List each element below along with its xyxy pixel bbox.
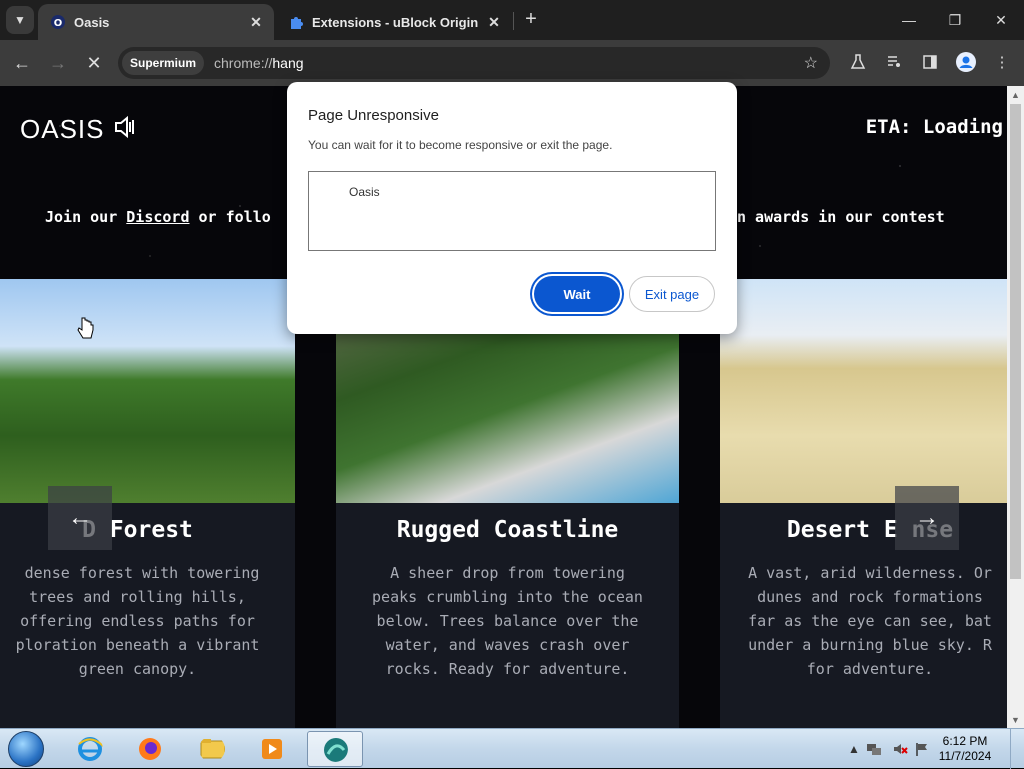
restore-button[interactable]: ❐ (932, 0, 978, 40)
media-controls-icon[interactable] (882, 50, 906, 74)
world-image (0, 279, 295, 503)
card-title: Desert E nse (786, 517, 954, 543)
tab-strip: ▼ O Oasis ✕ Extensions - uBlock Origin ✕… (0, 0, 1024, 40)
unresponsive-pages-list[interactable]: Oasis (308, 171, 716, 251)
scroll-up-icon[interactable]: ▲ (1007, 86, 1024, 103)
close-icon: ✕ (995, 11, 1007, 28)
promo-text: or follo (189, 208, 271, 226)
chevron-down-icon: ▼ (14, 13, 26, 27)
oasis-favicon-icon: O (50, 14, 66, 30)
firefox-icon (139, 738, 161, 760)
carousel-prev-button[interactable]: ← (48, 486, 112, 550)
internet-explorer-icon (78, 737, 103, 761)
promo-text-left: Join our Discord or follo (45, 208, 271, 226)
clock-time: 6:12 PM (942, 734, 988, 748)
browser-toolbar: ← → ✕ Supermium chrome://hang ☆ ⋮ (0, 40, 1024, 86)
tab-extensions[interactable]: Extensions - uBlock Origin ✕ (276, 4, 512, 40)
stop-button[interactable]: ✕ (80, 49, 108, 77)
minimize-icon: — (902, 12, 916, 28)
page-unresponsive-dialog: Page Unresponsive You can wait for it to… (287, 82, 737, 334)
media-player-icon (262, 739, 282, 759)
url-host: hang (272, 55, 304, 71)
folder-icon (200, 739, 225, 759)
restore-icon: ❐ (948, 11, 962, 28)
world-card[interactable]: Desert E nse A vast, arid wilderness. Or… (720, 279, 1007, 728)
start-button[interactable] (4, 730, 48, 768)
scroll-thumb[interactable] (1010, 104, 1021, 579)
bookmark-star-icon[interactable]: ☆ (804, 53, 818, 73)
card-title: D Forest (82, 517, 193, 543)
card-description: A sheer drop from towering peaks crumbli… (372, 564, 643, 678)
tab-title: Extensions - uBlock Origin (312, 14, 479, 30)
promo-text: Join our (45, 208, 127, 226)
tab-oasis[interactable]: O Oasis ✕ (38, 4, 274, 40)
svg-text:O: O (54, 18, 63, 29)
close-icon: ✕ (86, 52, 102, 73)
card-description: A vast, arid wilderness. Or dunes and ro… (748, 564, 992, 678)
forward-button[interactable]: → (44, 49, 72, 77)
card-title: Rugged Coastline (396, 517, 619, 543)
list-item[interactable]: Oasis (349, 185, 380, 199)
show-hidden-icons-icon[interactable]: ▲ (846, 741, 862, 757)
back-button[interactable]: ← (8, 49, 36, 77)
dialog-message: You can wait for it to become responsive… (308, 138, 613, 152)
dialog-title: Page Unresponsive (308, 107, 439, 124)
speaker-icon[interactable] (110, 112, 140, 142)
taskbar-firefox[interactable] (122, 731, 178, 767)
volume-muted-icon[interactable] (892, 741, 908, 757)
wait-button[interactable]: Wait (534, 276, 620, 312)
arrow-right-icon: → (915, 504, 939, 531)
system-clock[interactable]: 6:12 PM 11/7/2024 (930, 734, 1000, 764)
world-card[interactable]: Rugged Coastline A sheer drop from tower… (336, 279, 679, 728)
card-description: dense forest with towering trees and rol… (15, 564, 260, 678)
scroll-down-icon[interactable]: ▼ (1007, 711, 1024, 728)
minimize-button[interactable]: — (886, 0, 932, 40)
clock-date: 11/7/2024 (938, 749, 992, 763)
close-tab-icon[interactable]: ✕ (482, 14, 506, 31)
taskbar-media-player[interactable] (244, 731, 300, 767)
labs-flask-icon[interactable] (846, 50, 870, 74)
show-desktop-button[interactable] (1010, 729, 1024, 769)
hand-cursor-icon (76, 316, 94, 342)
supermium-icon (324, 738, 348, 762)
tab-search-button[interactable]: ▼ (6, 6, 34, 34)
url-text[interactable]: chrome://hang (214, 55, 304, 71)
kebab-menu-icon[interactable]: ⋮ (990, 50, 1014, 74)
arrow-left-icon: ← (13, 52, 31, 73)
taskbar-file-explorer[interactable] (184, 731, 240, 767)
browser-chip[interactable]: Supermium (122, 51, 205, 75)
taskbar-supermium[interactable] (307, 731, 363, 767)
arrow-left-icon: ← (68, 504, 92, 531)
close-window-button[interactable]: ✕ (978, 0, 1024, 40)
puzzle-piece-icon (288, 14, 304, 30)
address-bar[interactable]: Supermium chrome://hang ☆ (118, 47, 830, 79)
side-panel-icon[interactable] (918, 50, 942, 74)
promo-text-right: n awards in our contest (737, 208, 945, 226)
exit-page-button[interactable]: Exit page (629, 276, 715, 312)
world-image (720, 279, 1007, 503)
site-logo[interactable]: OASIS (20, 114, 104, 145)
close-tab-icon[interactable]: ✕ (244, 14, 268, 31)
arrow-right-icon: → (49, 52, 67, 73)
profile-avatar-icon[interactable] (954, 50, 978, 74)
new-tab-button[interactable]: + (518, 6, 544, 32)
windows-logo-icon (8, 731, 44, 767)
world-card[interactable]: D Forest dense forest with towering tree… (0, 279, 295, 728)
network-icon[interactable] (866, 741, 882, 757)
windows-taskbar: ▲ 6:12 PM 11/7/2024 (0, 728, 1024, 769)
eta-status: ETA: Loading (865, 116, 1003, 138)
tab-title: Oasis (74, 14, 110, 30)
url-scheme: chrome:// (214, 55, 273, 71)
tab-divider (513, 12, 514, 30)
plus-icon: + (525, 7, 537, 30)
carousel-next-button[interactable]: → (895, 486, 959, 550)
taskbar-internet-explorer[interactable] (62, 731, 118, 767)
discord-link[interactable]: Discord (126, 208, 189, 226)
action-center-flag-icon[interactable] (914, 741, 930, 757)
